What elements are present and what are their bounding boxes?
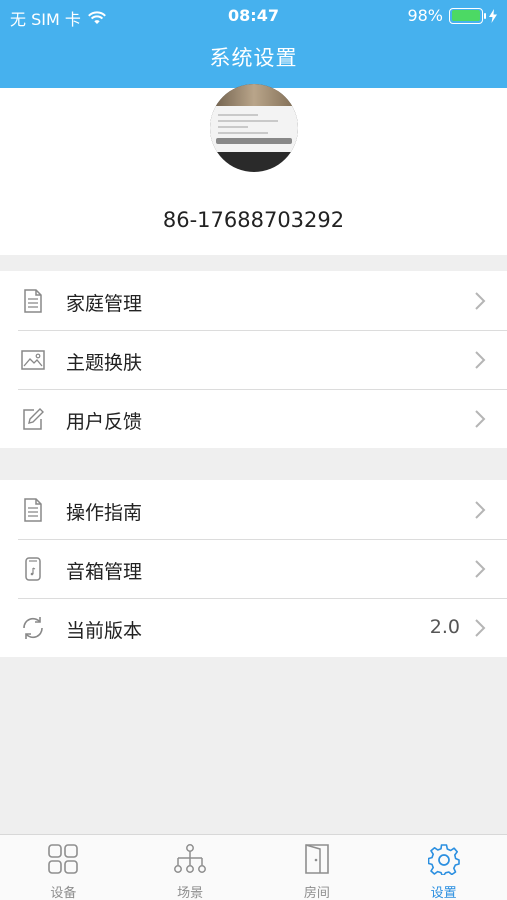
tab-scenes[interactable]: 场景 [127,835,254,900]
tab-label: 场景 [177,886,204,900]
menu-item-speaker-management[interactable]: 音箱管理 [0,539,507,598]
chevron-right-icon [475,560,486,578]
menu-item-operation-guide[interactable]: 操作指南 [0,480,507,539]
menu-item-label: 操作指南 [66,502,143,524]
edit-icon [23,408,44,430]
refresh-icon [23,617,43,639]
document-icon [24,289,42,313]
battery-icon [449,7,486,24]
grid-icon [48,844,79,874]
menu-item-family-management[interactable]: 家庭管理 [0,271,507,330]
avatar[interactable] [210,84,298,172]
tab-devices[interactable]: 设备 [0,835,127,900]
chevron-right-icon [475,351,486,369]
version-value: 2.0 [429,616,460,638]
app-header: 无 SIM 卡 08:47 98% 系统设置 [0,0,507,88]
chevron-right-icon [475,292,486,310]
hierarchy-icon [174,844,207,873]
tab-rooms[interactable]: 房间 [254,835,381,900]
battery-fill [451,10,480,21]
image-icon [21,350,45,370]
charging-icon [489,8,497,23]
tab-settings[interactable]: 设置 [380,835,507,900]
menu-item-label: 用户反馈 [66,411,143,433]
menu-item-current-version[interactable]: 当前版本 2.0 [0,598,507,657]
document-icon [24,498,42,522]
status-bar: 无 SIM 卡 08:47 98% [0,0,507,32]
page-title: 系统设置 [209,46,298,70]
speaker-icon [25,557,41,581]
menu-item-label: 主题换肤 [66,352,143,374]
gear-icon [427,844,460,875]
chevron-right-icon [475,410,486,428]
chevron-right-icon [475,619,486,637]
profile-section: 86-17688703292 [0,84,507,255]
tab-label: 设备 [50,886,77,900]
chevron-right-icon [475,501,486,519]
menu-group-1: 家庭管理 主题换肤 用户反馈 [0,271,507,448]
door-icon [305,844,329,874]
tab-label: 设置 [430,886,457,900]
menu-item-label: 音箱管理 [66,561,143,583]
menu-item-label: 当前版本 [66,620,143,642]
menu-item-theme-skin[interactable]: 主题换肤 [0,330,507,389]
tab-bar: 设备 场景 房间 设置 [0,834,507,900]
menu-group-2: 操作指南 音箱管理 当前版本 2.0 [0,480,507,657]
menu-item-label: 家庭管理 [66,293,143,315]
battery-percent: 98% [407,6,443,25]
tab-label: 房间 [303,886,330,900]
phone-number: 86-17688703292 [162,208,345,232]
menu-item-user-feedback[interactable]: 用户反馈 [0,389,507,448]
